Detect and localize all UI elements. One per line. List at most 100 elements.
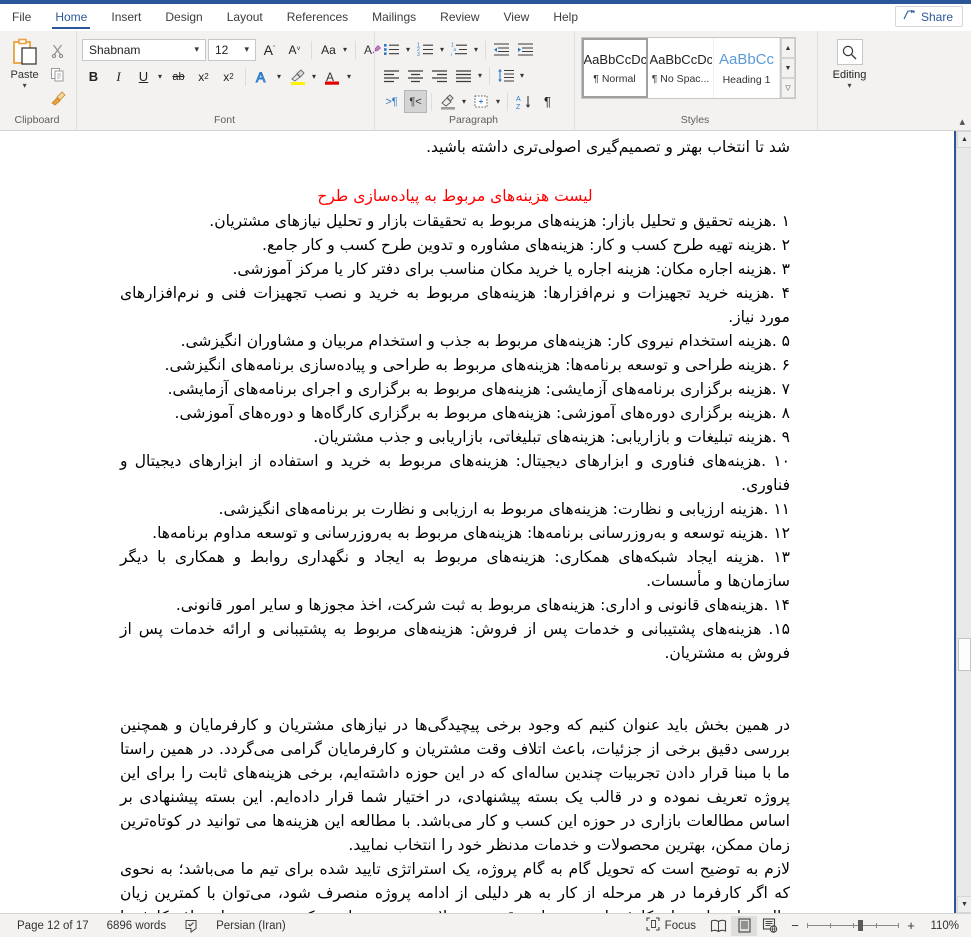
cut-button[interactable]	[47, 40, 69, 61]
more-styles-icon[interactable]: ▽	[781, 78, 795, 98]
chevron-down-icon[interactable]: ▾	[340, 45, 350, 54]
subscript-button[interactable]: x2	[192, 65, 215, 88]
zoom-level[interactable]: 110%	[923, 920, 965, 932]
borders-button[interactable]	[470, 90, 493, 113]
tab-insert[interactable]: Insert	[99, 4, 153, 30]
share-button[interactable]: Share	[894, 6, 963, 27]
align-left-button[interactable]	[380, 64, 403, 87]
chevron-down-icon[interactable]: ▾	[475, 71, 485, 80]
zoom-track[interactable]	[807, 920, 899, 931]
print-layout-button[interactable]	[731, 915, 757, 936]
chevron-down-icon[interactable]: ▾	[23, 82, 27, 90]
collapse-ribbon-button[interactable]: ▴	[959, 115, 965, 128]
sort-button[interactable]: AZ	[512, 90, 535, 113]
styles-gallery: AaBbCcDc ¶ Normal AaBbCcDc ¶ No Spac... …	[581, 37, 796, 99]
tab-review[interactable]: Review	[428, 4, 491, 30]
zoom-out-button[interactable]: −	[787, 918, 803, 933]
chevron-down-icon[interactable]: ▾	[437, 45, 447, 54]
bold-button[interactable]: B	[82, 65, 105, 88]
strikethrough-button[interactable]: ab	[167, 65, 190, 88]
grow-font-button[interactable]: Aˆ	[258, 38, 281, 61]
web-layout-button[interactable]	[757, 916, 783, 936]
list-item: ۵ .هزینه استخدام نیروی کار: هزینه‌های مر…	[180, 332, 790, 350]
scroll-up-button[interactable]: ▲	[957, 131, 971, 148]
chevron-down-icon[interactable]: ▾	[403, 45, 413, 54]
chevron-down-icon[interactable]: ▾	[190, 44, 203, 55]
format-painter-button[interactable]	[47, 88, 69, 109]
justify-button[interactable]	[452, 64, 475, 87]
chevron-down-icon[interactable]: ▾	[493, 97, 503, 106]
align-center-button[interactable]	[404, 64, 427, 87]
document-page[interactable]: شد تا انتخاب بهتر و تصمیم‌گیری اصولی‌تری…	[0, 131, 940, 913]
scroll-down-button[interactable]: ▼	[957, 896, 971, 913]
read-mode-button[interactable]	[705, 916, 731, 936]
tab-view[interactable]: View	[492, 4, 542, 30]
shrink-font-button[interactable]: A ˅	[283, 38, 306, 61]
shading-button[interactable]	[436, 90, 459, 113]
superscript-button[interactable]: x2	[217, 65, 240, 88]
chevron-down-icon[interactable]: ▼	[781, 58, 795, 78]
page-indicator[interactable]: Page 12 of 17	[8, 920, 98, 932]
svg-text:A: A	[256, 69, 266, 84]
chevron-down-icon[interactable]: ▾	[847, 82, 851, 90]
zoom-in-button[interactable]: +	[903, 918, 919, 933]
tab-help[interactable]: Help	[541, 4, 590, 30]
multilevel-list-button[interactable]: 1ai	[448, 38, 471, 61]
decrease-indent-button[interactable]	[490, 38, 513, 61]
show-formatting-marks-button[interactable]: ¶	[536, 90, 559, 113]
ltr-text-direction-button[interactable]: >¶	[380, 90, 403, 113]
text-effects-button[interactable]: A	[251, 65, 274, 88]
chevron-down-icon[interactable]: ▾	[471, 45, 481, 54]
underline-button[interactable]: U	[132, 65, 155, 88]
rtl-text-direction-button[interactable]: ¶<	[404, 90, 427, 113]
font-size-input[interactable]: 12 ▾	[208, 38, 256, 61]
copy-button[interactable]	[47, 64, 69, 85]
style-item-no-spacing[interactable]: AaBbCcDc ¶ No Spac...	[648, 38, 714, 98]
editing-button[interactable]: Editing ▾	[823, 36, 876, 114]
clipboard-mini-buttons	[44, 36, 71, 114]
proofing-errors-icon[interactable]	[175, 919, 207, 933]
chevron-down-icon[interactable]: ▾	[309, 72, 319, 81]
zoom-slider[interactable]: − +	[783, 918, 923, 933]
zoom-thumb[interactable]	[858, 920, 863, 931]
svg-text:A: A	[364, 43, 372, 57]
scrollbar-thumb[interactable]	[958, 638, 971, 671]
paste-button[interactable]: Paste ▾	[5, 36, 44, 114]
font-name-value: Shabnam	[89, 42, 141, 57]
word-count[interactable]: 6896 words	[98, 920, 175, 932]
focus-mode-icon	[646, 917, 660, 934]
chevron-down-icon[interactable]: ▾	[517, 71, 527, 80]
style-sample: AaBbCcDc	[583, 51, 646, 67]
text-highlight-button[interactable]	[286, 65, 309, 88]
italic-button[interactable]: I	[107, 65, 130, 88]
line-spacing-button[interactable]	[494, 64, 517, 87]
chevron-down-icon[interactable]: ▾	[240, 44, 253, 55]
chevron-down-icon[interactable]: ▾	[274, 72, 284, 81]
list-item: ۶ .هزینه طراحی و توسعه برنامه‌ها: هزینه‌…	[164, 356, 790, 374]
tab-references[interactable]: References	[275, 4, 360, 30]
ribbon-group-editing: Editing ▾	[817, 31, 881, 130]
tab-design[interactable]: Design	[153, 4, 214, 30]
tab-mailings[interactable]: Mailings	[360, 4, 428, 30]
focus-mode-button[interactable]: Focus	[637, 917, 705, 934]
bullets-button[interactable]	[380, 38, 403, 61]
chevron-down-icon[interactable]: ▾	[459, 97, 469, 106]
align-right-button[interactable]	[428, 64, 451, 87]
list-item: ۱۲ .هزینه توسعه و به‌روزرسانی برنامه‌ها:…	[152, 524, 790, 542]
font-name-input[interactable]: Shabnam ▾	[82, 38, 206, 61]
tab-file[interactable]: File	[0, 4, 43, 30]
numbering-button[interactable]: 123	[414, 38, 437, 61]
style-item-normal[interactable]: AaBbCcDc ¶ Normal	[582, 38, 648, 98]
chevron-up-icon[interactable]: ▲	[781, 38, 795, 58]
chevron-down-icon[interactable]: ▾	[344, 72, 354, 81]
increase-indent-button[interactable]	[514, 38, 537, 61]
language-indicator[interactable]: Persian (Iran)	[207, 920, 295, 932]
style-item-heading-1[interactable]: AaBbCс Heading 1	[714, 38, 780, 98]
tab-layout[interactable]: Layout	[215, 4, 275, 30]
font-color-button[interactable]: A	[321, 65, 344, 88]
tab-home[interactable]: Home	[43, 4, 99, 30]
vertical-scrollbar[interactable]: ▲ ▼	[956, 131, 971, 913]
chevron-down-icon[interactable]: ▾	[155, 72, 165, 81]
svg-text:A: A	[516, 96, 521, 103]
change-case-button[interactable]: Aa	[317, 38, 340, 61]
